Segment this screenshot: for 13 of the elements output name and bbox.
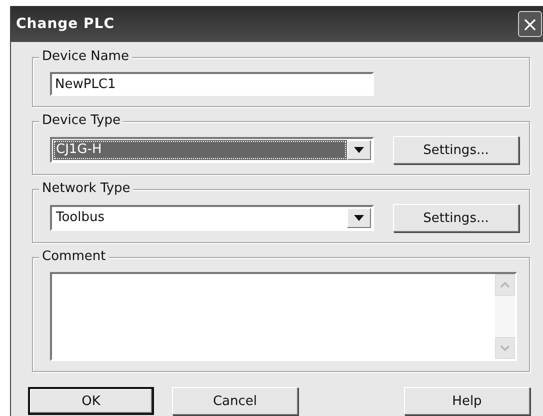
settings-button[interactable]: Settings... (393, 204, 519, 232)
group-label: Network Type (39, 181, 134, 197)
dialog-button[interactable]: Help (404, 387, 530, 415)
dropdown-field[interactable]: Toolbus (50, 205, 374, 231)
comment-field[interactable] (50, 272, 517, 361)
group-label: Device Type (39, 113, 124, 129)
dialog-button[interactable]: OK (28, 387, 154, 415)
window-title: Change PLC (16, 16, 115, 32)
close-button[interactable]: × (518, 11, 542, 37)
dialog-button[interactable]: Cancel (172, 387, 298, 415)
settings-button[interactable]: Settings... (393, 136, 519, 164)
dropdown-field[interactable]: CJ1G-H (50, 137, 374, 163)
device-name-field[interactable]: NewPLC1 (50, 72, 374, 96)
